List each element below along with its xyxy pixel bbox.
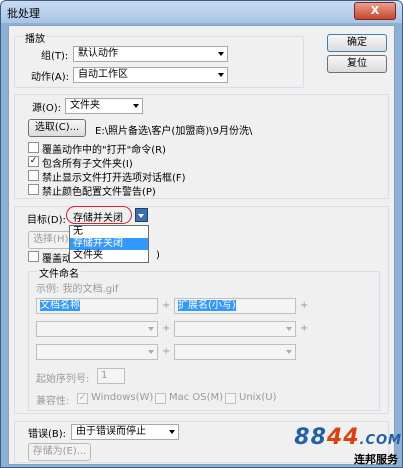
- window-title: 批处理: [7, 7, 40, 20]
- destination-value: 存储并关闭: [73, 213, 123, 224]
- play-group: 播放 组(T): 默认动作 动作(A): 自动工作区: [14, 30, 304, 88]
- chevron-down-icon: [218, 52, 224, 56]
- set-label: 组(T):: [41, 51, 69, 62]
- serial-label: 起始序列号:: [36, 374, 90, 385]
- suppress-open-options-checkbox[interactable]: [28, 170, 39, 181]
- plus-sign: +: [162, 300, 171, 311]
- watermark-logo: 8844.COM 连邦服务: [294, 421, 402, 467]
- suppress-color-warning-checkbox[interactable]: [28, 184, 39, 195]
- source-choose-button[interactable]: 选取(C)...: [28, 119, 86, 137]
- include-subfolders-label: 包含所有子文件夹(I): [42, 159, 133, 170]
- name-field-1[interactable]: 文档名称: [36, 298, 158, 314]
- source-value: 文件夹: [70, 100, 100, 111]
- chevron-down-icon: [218, 73, 224, 77]
- action-dropdown[interactable]: 自动工作区: [73, 67, 228, 83]
- dest-option-none[interactable]: 无: [70, 226, 148, 238]
- suppress-color-warning-label: 禁止颜色配置文件警告(P): [42, 187, 156, 198]
- compat-mac-label: Mac OS(M): [169, 392, 224, 403]
- ok-button[interactable]: 确定: [327, 34, 387, 52]
- close-button[interactable]: X: [354, 2, 396, 20]
- name-field-4[interactable]: [174, 321, 296, 337]
- name-field-2[interactable]: 扩展名(小写): [174, 298, 296, 314]
- chevron-down-icon: [148, 327, 154, 331]
- reset-button[interactable]: 复位: [327, 55, 387, 73]
- suppress-open-options-label: 禁止显示文件打开选项对话框(F): [42, 173, 186, 184]
- destination-options-list: 无 存储并关闭 文件夹: [69, 225, 149, 263]
- source-dropdown[interactable]: 文件夹: [65, 98, 143, 114]
- error-value: 由于错误而停止: [76, 426, 146, 437]
- plus-sign: +: [162, 323, 171, 334]
- batch-dialog: 批处理 X 播放 组(T): 默认动作 动作(A): 自动工作区 确定 复位 源…: [0, 0, 403, 468]
- include-subfolders-checkbox[interactable]: ✓: [28, 156, 39, 167]
- error-dropdown[interactable]: 由于错误而停止: [71, 424, 179, 440]
- compat-windows-checkbox[interactable]: ✓: [77, 393, 88, 404]
- compat-windows-label: Windows(W): [91, 392, 154, 403]
- dest-option-save-close[interactable]: 存储并关闭: [70, 238, 148, 250]
- destination-dropdown-button[interactable]: [135, 208, 148, 222]
- naming-example: 示例: 我的文档.gif: [36, 284, 119, 295]
- destination-dropdown[interactable]: 存储并关闭: [66, 206, 132, 224]
- override-save-label-end: ): [156, 250, 160, 261]
- compat-unix-label: Unix(U): [239, 392, 277, 403]
- chevron-down-icon: [133, 104, 139, 108]
- name-field-3[interactable]: [36, 321, 158, 337]
- action-value: 自动工作区: [78, 69, 128, 80]
- watermark-text: 8844.COM: [294, 425, 402, 450]
- compat-mac-checkbox[interactable]: [155, 393, 166, 404]
- source-label: 源(O):: [32, 103, 62, 114]
- chevron-down-icon: [138, 214, 144, 218]
- play-legend: 播放: [23, 30, 47, 45]
- override-save-checkbox[interactable]: [28, 251, 39, 262]
- file-naming-legend: 文件命名: [37, 265, 81, 280]
- override-open-checkbox[interactable]: [28, 142, 39, 153]
- set-dropdown[interactable]: 默认动作: [73, 46, 228, 62]
- chevron-down-icon: [148, 350, 154, 354]
- dest-option-folder[interactable]: 文件夹: [70, 250, 148, 262]
- compat-unix-checkbox[interactable]: [225, 393, 236, 404]
- dialog-body: 播放 组(T): 默认动作 动作(A): 自动工作区 确定 复位 源(O): 文…: [8, 25, 395, 465]
- chevron-down-icon: [169, 430, 175, 434]
- chevron-down-icon: [286, 327, 292, 331]
- name-field-5[interactable]: [36, 344, 158, 360]
- error-label: 错误(B):: [28, 429, 67, 440]
- source-path: E:\照片备选\客户(加盟商)\9月份洗\: [95, 126, 253, 137]
- watermark-caption: 连邦服务: [354, 453, 398, 466]
- save-as-button[interactable]: 存储为(E)...: [28, 443, 91, 461]
- name-field-6[interactable]: [174, 344, 296, 360]
- override-open-label: 覆盖动作中的"打开"命令(R): [42, 145, 166, 156]
- action-label: 动作(A):: [31, 72, 70, 83]
- set-value: 默认动作: [78, 48, 118, 59]
- plus-sign: +: [300, 323, 309, 334]
- plus-sign: +: [300, 300, 309, 311]
- compat-label: 兼容性:: [36, 396, 70, 407]
- title-bar: 批处理 X: [1, 1, 402, 23]
- chevron-down-icon: [286, 350, 292, 354]
- serial-input[interactable]: 1: [97, 368, 125, 384]
- plus-sign: +: [162, 346, 171, 357]
- destination-label: 目标(D):: [27, 215, 66, 226]
- source-group: 源(O): 文件夹 选取(C)... E:\照片备选\客户(加盟商)\9月份洗\…: [14, 94, 389, 199]
- file-naming-group: 文件命名 示例: 我的文档.gif 文档名称 + 扩展名(小写) + + + +…: [28, 265, 380, 411]
